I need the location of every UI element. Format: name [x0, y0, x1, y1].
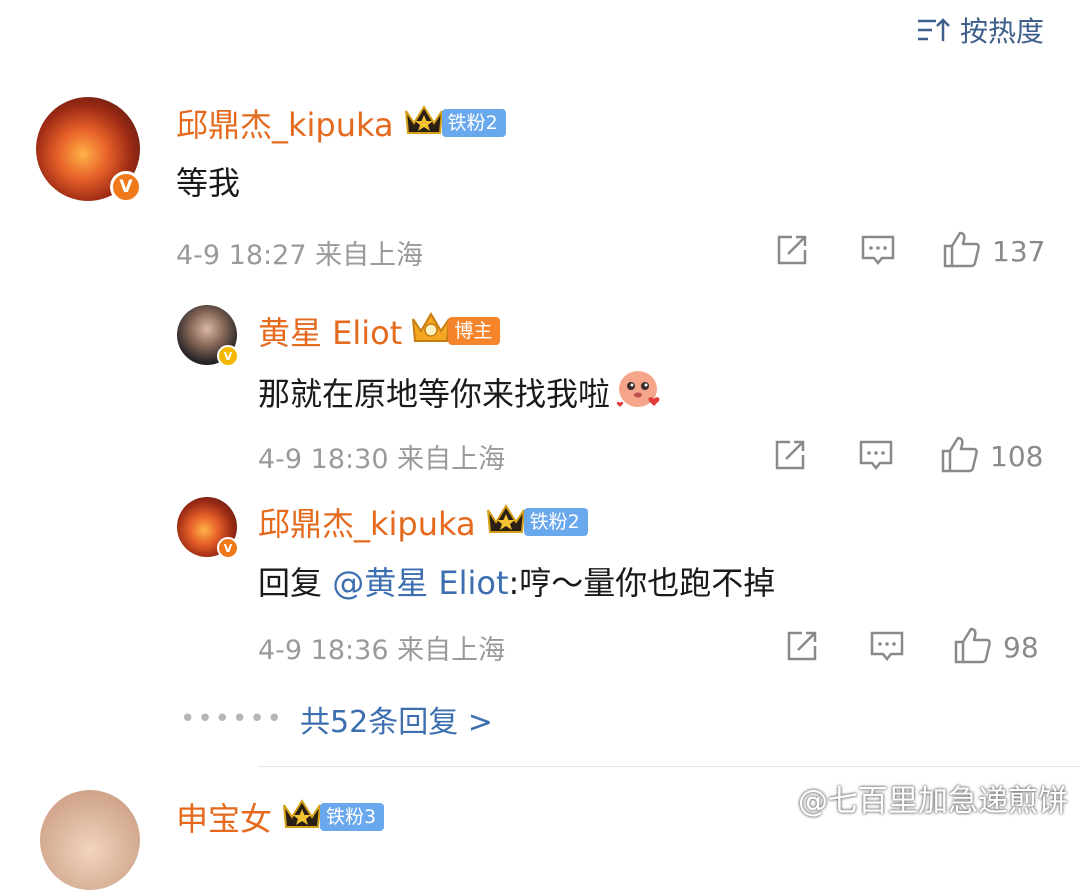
like-button[interactable]: 98: [953, 625, 1039, 669]
crown-icon: [484, 500, 528, 544]
comment-icon: [858, 437, 894, 477]
reply-username-row: 黄星 Eliot 博主: [258, 308, 501, 354]
reply-time: 4-9 18:30: [258, 444, 389, 475]
verified-badge-icon: V: [217, 537, 239, 559]
avatar-image: [40, 790, 140, 890]
like-count: 108: [990, 439, 1044, 473]
comment-meta: 4-9 18:27 来自上海: [176, 233, 423, 272]
comment-username-row: 邱鼎杰_kipuka 铁粉2: [176, 100, 506, 146]
weibo-logo-icon: [758, 779, 792, 817]
reply-meta: 4-9 18:36 来自上海: [258, 628, 505, 667]
ellipsis-icon: ••••••: [180, 704, 285, 734]
divider: [258, 766, 1080, 767]
comment-username-row: 申宝女 铁粉3: [176, 794, 385, 840]
more-replies-link[interactable]: 共52条回复 >: [300, 697, 493, 741]
crown-icon: [402, 101, 446, 145]
thumbs-up-icon: [940, 434, 980, 478]
reply-text: :哼～量你也跑不掉: [508, 564, 776, 602]
fan-badge: 铁粉2: [441, 109, 506, 137]
reply-time: 4-9 18:36: [258, 635, 389, 666]
repost-button[interactable]: [774, 232, 810, 272]
thumbs-up-icon: [953, 625, 993, 669]
crown-icon: [280, 795, 324, 839]
repost-button[interactable]: [784, 628, 820, 668]
comment-icon: [869, 628, 905, 668]
like-count: 137: [992, 234, 1046, 268]
username[interactable]: 邱鼎杰_kipuka: [258, 499, 476, 545]
thumbs-up-icon: [942, 229, 982, 273]
comment-button[interactable]: [860, 232, 896, 272]
blogger-badge: 博主: [448, 317, 501, 345]
reply-location: 来自上海: [397, 635, 506, 666]
sort-icon: [916, 16, 950, 44]
blogger-crown-icon: [410, 309, 452, 353]
verified-badge-icon: V: [110, 171, 142, 203]
like-button[interactable]: 137: [942, 229, 1045, 273]
reply-location: 来自上海: [397, 444, 506, 475]
reply-username-row: 邱鼎杰_kipuka 铁粉2: [258, 499, 588, 545]
username[interactable]: 邱鼎杰_kipuka: [176, 100, 394, 146]
avatar[interactable]: V: [177, 305, 239, 367]
share-icon: [774, 232, 810, 272]
more-replies-row: •••••• 共52条回复 >: [180, 697, 493, 741]
repost-button[interactable]: [772, 437, 808, 477]
like-button[interactable]: 108: [940, 434, 1043, 478]
fan-badge: 铁粉3: [320, 803, 385, 831]
comment-button[interactable]: [858, 437, 894, 477]
mention-link[interactable]: @黄星 Eliot: [332, 564, 508, 602]
comment-icon: [860, 232, 896, 272]
share-icon: [784, 628, 820, 668]
watermark-text: @七百里加急递煎饼: [798, 784, 1068, 819]
watermark: @七百里加急递煎饼: [758, 776, 1068, 820]
cute-sticker-icon: [614, 365, 664, 419]
comment-button[interactable]: [869, 628, 905, 668]
sort-by-hot-button[interactable]: 按热度: [916, 10, 1044, 50]
avatar[interactable]: [40, 790, 140, 890]
reply-text-row: 回复 @黄星 Eliot:哼～量你也跑不掉: [258, 558, 775, 604]
comment-text: 等我: [176, 164, 241, 202]
share-icon: [772, 437, 808, 477]
reply-text-row: 那就在原地等你来找我啦: [258, 365, 664, 419]
avatar[interactable]: V: [177, 497, 239, 559]
verified-badge-icon: V: [217, 345, 239, 367]
username[interactable]: 申宝女: [176, 794, 272, 840]
like-count: 98: [1003, 630, 1039, 664]
reply-text: 那就在原地等你来找我啦: [258, 375, 611, 413]
fan-badge: 铁粉2: [523, 508, 588, 536]
comment-location: 来自上海: [315, 240, 424, 271]
sort-label: 按热度: [959, 15, 1044, 48]
comment-time: 4-9 18:27: [176, 240, 307, 271]
reply-prefix: 回复: [258, 564, 323, 602]
avatar[interactable]: V: [36, 97, 142, 203]
username[interactable]: 黄星 Eliot: [258, 308, 402, 354]
reply-meta: 4-9 18:30 来自上海: [258, 437, 505, 476]
